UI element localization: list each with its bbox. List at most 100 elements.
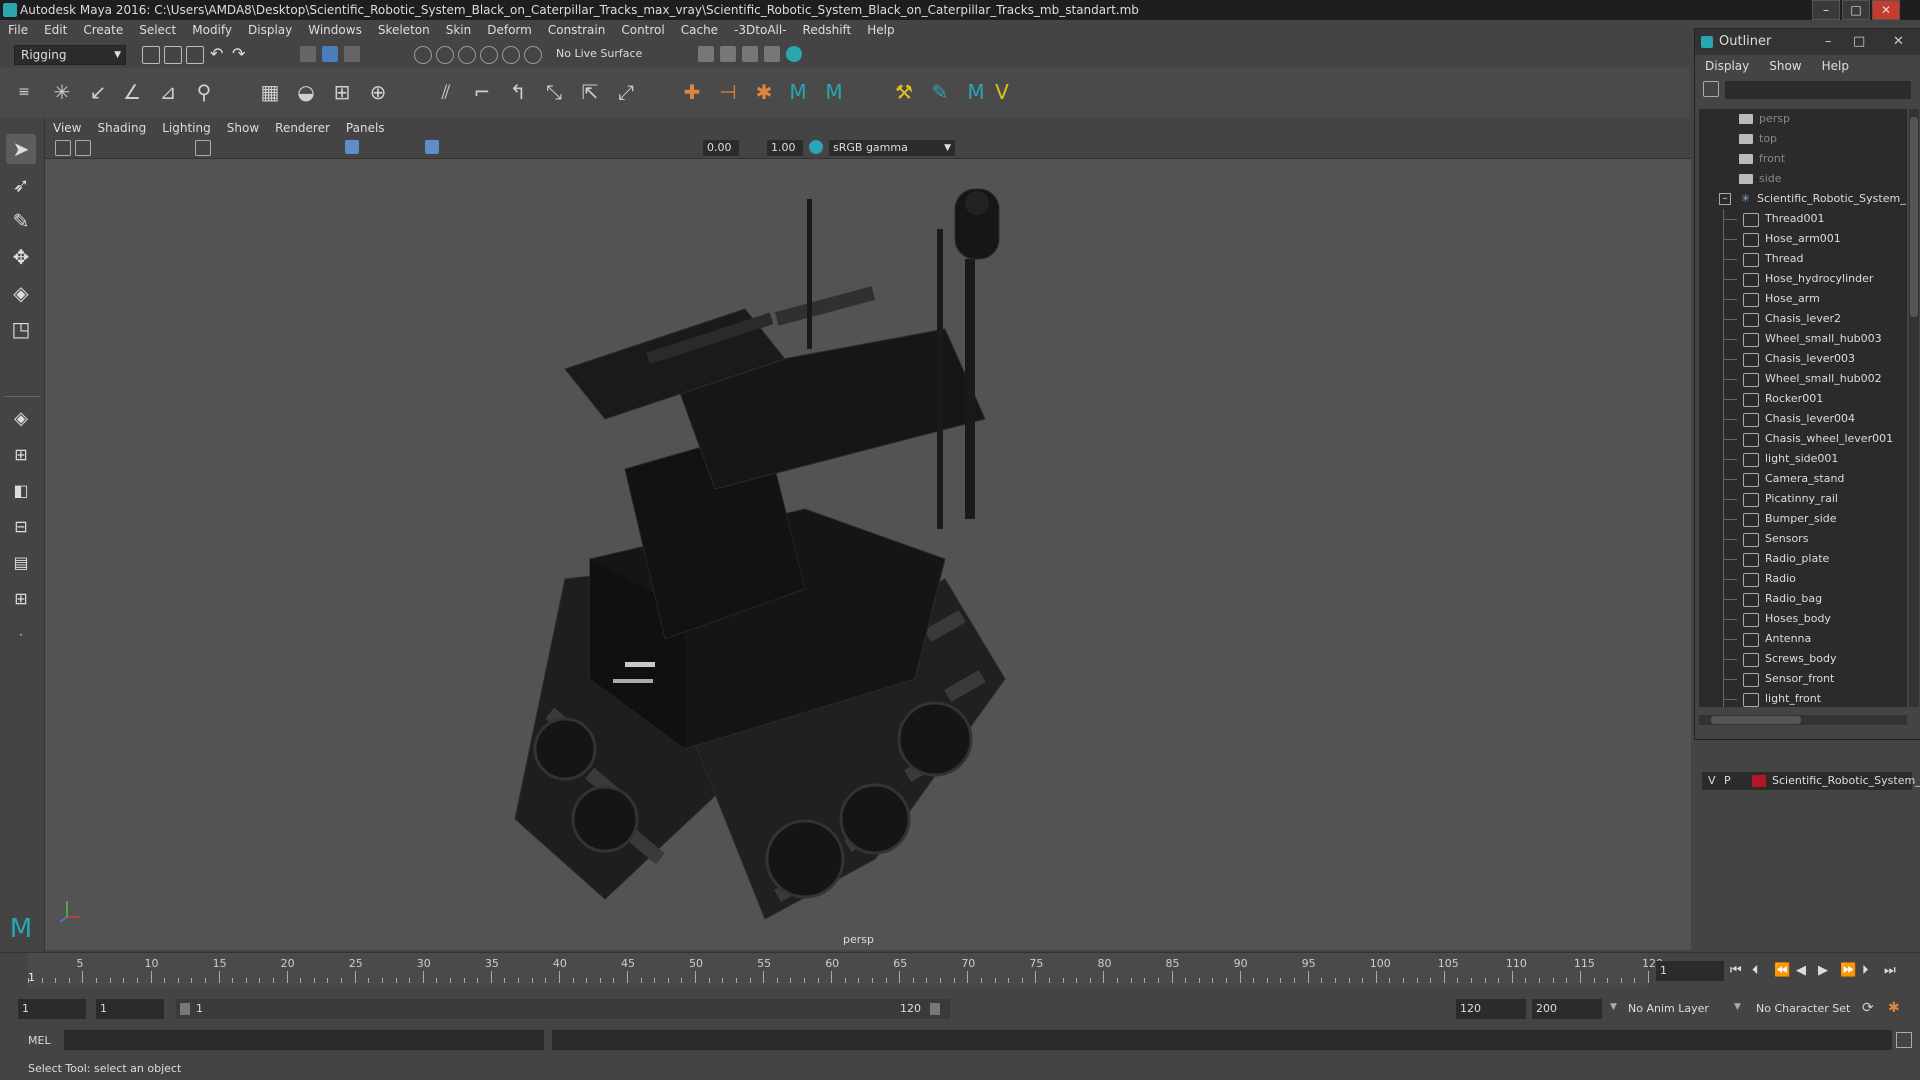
list-item[interactable]: Rocker001 [1723, 389, 1907, 409]
menu-redshift[interactable]: Redshift [795, 23, 860, 37]
outliner-scrollbar[interactable] [1909, 109, 1919, 707]
wrap-deformer-icon[interactable]: ⚒ [892, 80, 916, 104]
humanik-icon[interactable]: ⚲ [192, 80, 216, 104]
character-set-dropdown[interactable]: No Character Set [1756, 1002, 1850, 1015]
script-language-label[interactable]: MEL [28, 1034, 51, 1047]
menu-windows[interactable]: Windows [300, 23, 370, 37]
go-to-start-icon[interactable]: ⏮ [1730, 963, 1742, 978]
graph-layout-icon[interactable]: ⊞ [6, 584, 36, 614]
list-item-root[interactable]: – ✳ Scientific_Robotic_System_ [1719, 189, 1907, 209]
step-back-icon[interactable]: ⏴ [1752, 963, 1759, 978]
vp-menu-lighting[interactable]: Lighting [154, 121, 219, 135]
shelf-settings-icon[interactable]: ≡ [12, 80, 36, 104]
layer-action-icon[interactable] [1846, 748, 1858, 760]
cluster-icon[interactable]: ⊣ [716, 80, 740, 104]
lasso-tool-icon[interactable]: ➶ [6, 170, 36, 200]
outliner-filter-icon[interactable] [1703, 81, 1719, 97]
paint-select-icon[interactable]: ✎ [6, 206, 36, 236]
side-by-side-layout-icon[interactable]: ◧ [6, 476, 36, 506]
pole-vector-icon[interactable]: ⤢ [614, 80, 638, 104]
color-space-dropdown[interactable]: sRGB gamma ▼ [829, 140, 955, 156]
single-pane-layout-icon[interactable]: ◈ [6, 404, 36, 434]
blendshape-icon[interactable]: V [990, 80, 1014, 104]
range-handle-end[interactable] [930, 1003, 940, 1015]
layer-color-swatch[interactable] [1752, 775, 1766, 787]
list-item[interactable]: Thread [1723, 249, 1907, 269]
time-slider[interactable]: 5 10 15 20 25 30 35 40 45 50 55 60 65 70 75 80 85 90 95 100… [0, 952, 1920, 997]
menu-file[interactable]: File [0, 23, 36, 37]
locator-icon[interactable]: ✚ [680, 80, 704, 104]
scale-constraint-icon[interactable]: ⤡ [542, 80, 566, 104]
maya-m-icon[interactable]: M [786, 80, 810, 104]
playback-start-field[interactable]: 1 [96, 999, 164, 1019]
menu-skin[interactable]: Skin [438, 23, 480, 37]
more-layouts-icon[interactable]: · [6, 620, 36, 650]
layer-action-icon[interactable] [1890, 748, 1902, 760]
live-surface-label[interactable]: No Live Surface [556, 47, 642, 60]
point-constraint-icon[interactable]: ⌐ [470, 80, 494, 104]
step-forward-icon[interactable]: ⏵ [1862, 963, 1869, 978]
component-editor-icon[interactable]: ⊕ [366, 80, 390, 104]
vp-menu-shading[interactable]: Shading [89, 121, 154, 135]
list-item[interactable]: Chasis_wheel_lever001 [1723, 429, 1907, 449]
four-pane-layout-icon[interactable]: ⊞ [6, 440, 36, 470]
select-object-icon[interactable] [322, 46, 338, 62]
aim-constraint-icon[interactable]: ⇱ [578, 80, 602, 104]
layer-action-icon[interactable] [1868, 748, 1880, 760]
outliner-layout-icon[interactable]: ▤ [6, 548, 36, 578]
outliner-menu-display[interactable]: Display [1695, 59, 1759, 73]
snap-surface-icon[interactable] [502, 46, 520, 64]
maya-m-icon-3[interactable]: M [964, 80, 988, 104]
anim-layer-dropdown[interactable]: No Anim Layer [1628, 1002, 1709, 1015]
lattice-icon[interactable]: ✱ [752, 80, 776, 104]
layer-playback-toggle[interactable]: P [1724, 772, 1731, 790]
scroll-thumb[interactable] [1910, 117, 1918, 317]
menu-skeleton[interactable]: Skeleton [370, 23, 438, 37]
step-back-key-icon[interactable]: ⏪ [1774, 963, 1790, 978]
render-settings-icon[interactable] [764, 46, 780, 62]
outliner-search-input[interactable] [1725, 81, 1911, 99]
parent-constraint-icon[interactable]: ⫽ [434, 80, 458, 104]
outliner-close-button[interactable]: ✕ [1893, 29, 1904, 55]
vp-menu-view[interactable]: View [45, 121, 89, 135]
sculpt-icon[interactable]: ✎ [928, 80, 952, 104]
close-button[interactable]: ✕ [1872, 0, 1900, 20]
menu-set-dropdown[interactable]: Rigging ▼ [14, 45, 126, 65]
ik-solver-icon[interactable]: ⊿ [156, 80, 180, 104]
list-item[interactable]: Wheel_small_hub002 [1723, 369, 1907, 389]
script-editor-icon[interactable] [1896, 1032, 1912, 1048]
play-forward-icon[interactable]: ▶ [1818, 963, 1828, 978]
list-item[interactable]: Radio_bag [1723, 589, 1907, 609]
render-frame-icon[interactable] [698, 46, 714, 62]
minimize-button[interactable]: – [1812, 0, 1840, 20]
start-time-field[interactable]: 1 [18, 999, 86, 1019]
end-time-field[interactable]: 200 [1532, 999, 1602, 1019]
exposure-field[interactable]: 0.00 [703, 140, 739, 156]
snap-grid-icon[interactable] [414, 46, 432, 64]
camera-icon[interactable] [55, 140, 71, 156]
snap-point-icon[interactable] [458, 46, 476, 64]
range-bar[interactable]: 1 120 [176, 999, 950, 1019]
list-item[interactable]: Bumper_side [1723, 509, 1907, 529]
redo-icon[interactable]: ↷ [232, 44, 248, 63]
paint-weights-icon[interactable]: ⊞ [330, 80, 354, 104]
list-item[interactable]: light_front [1723, 689, 1907, 707]
play-backward-icon[interactable]: ◀ [1796, 963, 1806, 978]
select-component-icon[interactable] [344, 46, 360, 62]
vp-menu-renderer[interactable]: Renderer [267, 121, 338, 135]
list-item[interactable]: Hose_arm [1723, 289, 1907, 309]
list-item[interactable]: Chasis_lever003 [1723, 349, 1907, 369]
current-frame-field[interactable]: 1 [1656, 961, 1724, 981]
new-scene-icon[interactable] [142, 46, 160, 64]
orient-constraint-icon[interactable]: ↰ [506, 80, 530, 104]
menu-create[interactable]: Create [75, 23, 131, 37]
preferences-icon[interactable]: ✱ [1888, 1000, 1900, 1016]
menu-control[interactable]: Control [613, 23, 672, 37]
range-handle-start[interactable] [180, 1003, 190, 1015]
list-item[interactable]: Thread001 [1723, 209, 1907, 229]
move-tool-icon[interactable]: ✥ [6, 242, 36, 272]
list-item[interactable]: Hose_arm001 [1723, 229, 1907, 249]
rotate-tool-icon[interactable]: ◈ [6, 278, 36, 308]
bind-skin-icon[interactable]: ▦ [258, 80, 282, 104]
list-item[interactable]: Chasis_lever2 [1723, 309, 1907, 329]
